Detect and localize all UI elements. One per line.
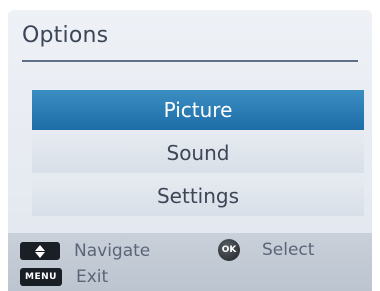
options-menu: Picture Sound Settings xyxy=(32,90,364,219)
hint-exit: MENU Exit xyxy=(20,267,108,287)
menu-item-label: Picture xyxy=(163,98,233,122)
select-label: Select xyxy=(262,240,315,260)
navigate-label: Navigate xyxy=(74,241,151,261)
key-hints-bar: Navigate OK Select MENU Exit xyxy=(8,233,372,291)
menu-item-label: Settings xyxy=(156,184,240,208)
menu-item-sound[interactable]: Sound xyxy=(32,133,364,173)
ok-button-icon: OK xyxy=(218,239,240,261)
exit-label: Exit xyxy=(76,267,109,287)
dialog-title: Options xyxy=(22,23,109,48)
menu-item-picture[interactable]: Picture xyxy=(32,90,364,130)
menu-key-icon: MENU xyxy=(20,268,62,286)
hint-navigate: Navigate xyxy=(20,241,150,261)
options-dialog: Options Picture Sound Settings Navigate … xyxy=(8,10,372,291)
menu-item-settings[interactable]: Settings xyxy=(32,176,364,216)
menu-item-label: Sound xyxy=(166,141,230,165)
up-down-arrows-icon xyxy=(20,242,60,260)
hint-select: OK Select xyxy=(218,239,314,261)
title-divider xyxy=(22,60,358,62)
